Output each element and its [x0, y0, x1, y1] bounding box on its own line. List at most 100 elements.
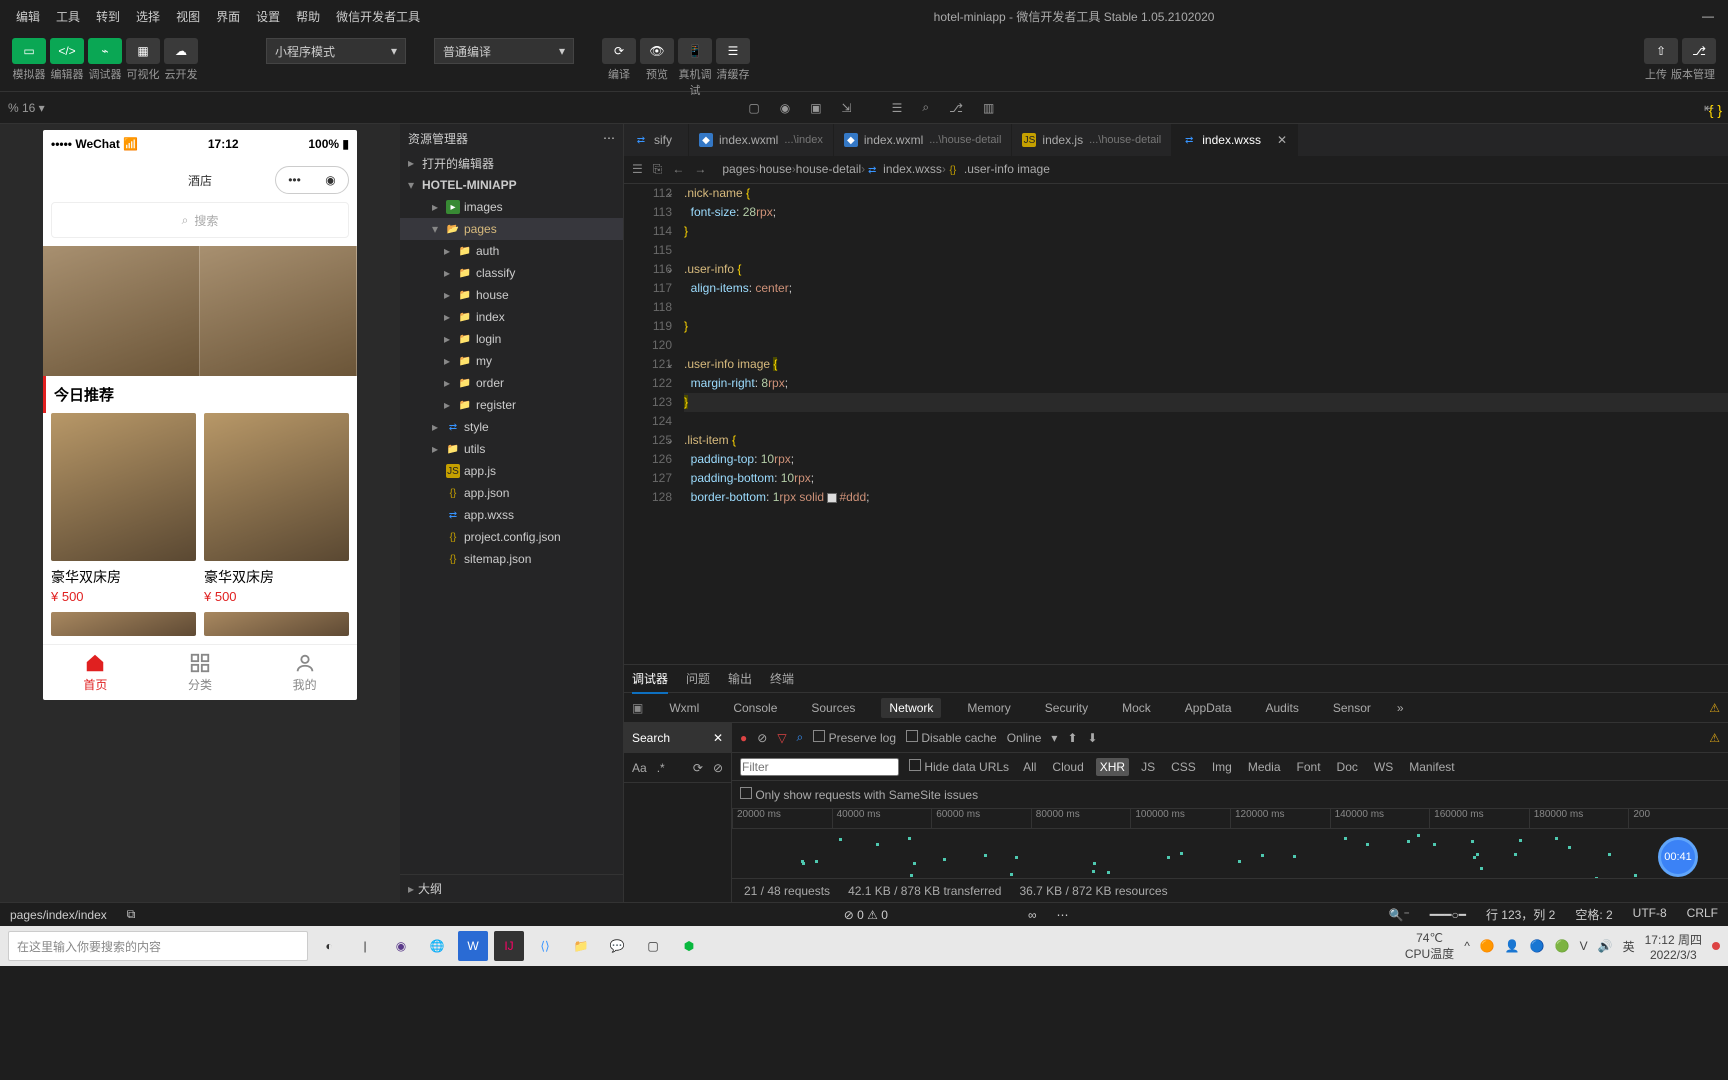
- tree-item[interactable]: ▸📁utils: [400, 438, 623, 460]
- tree-item[interactable]: ▸📁auth: [400, 240, 623, 262]
- devtools-panel-tab[interactable]: Security: [1037, 698, 1096, 718]
- room-card[interactable]: 豪华双床房 ¥ 500: [51, 413, 196, 604]
- banner-image[interactable]: [43, 246, 357, 376]
- tree-item[interactable]: ▸⇄style: [400, 416, 623, 438]
- samesite-checkbox[interactable]: Only show requests with SameSite issues: [740, 787, 978, 802]
- remote-debug-button[interactable]: 📱: [678, 38, 712, 64]
- filter-tab[interactable]: JS: [1137, 758, 1159, 776]
- tree-item[interactable]: {}sitemap.json: [400, 548, 623, 570]
- tab-my[interactable]: 我的: [252, 645, 357, 700]
- close-icon[interactable]: ✕: [713, 731, 723, 745]
- search-net-icon[interactable]: ⌕: [797, 730, 804, 745]
- menu-item[interactable]: 微信开发者工具: [328, 10, 428, 24]
- volume-icon[interactable]: 🔊: [1598, 939, 1613, 953]
- forward-icon[interactable]: →: [694, 162, 706, 177]
- filter-icon[interactable]: ▽: [777, 731, 786, 745]
- ime-label[interactable]: 英: [1623, 938, 1635, 955]
- bookmark-icon[interactable]: ⎘: [653, 162, 663, 177]
- breadcrumb-item[interactable]: .user-info image: [964, 162, 1050, 176]
- matchcase-icon[interactable]: Aa: [632, 761, 647, 775]
- throttle-select[interactable]: Online ▾: [1007, 731, 1058, 745]
- filter-tab[interactable]: Img: [1208, 758, 1236, 776]
- section-project[interactable]: ▾HOTEL-MINIAPP: [400, 174, 623, 196]
- warning-icon[interactable]: ⚠: [1709, 731, 1720, 745]
- filter-tab[interactable]: All: [1019, 758, 1040, 776]
- branch-icon[interactable]: ⎇: [949, 101, 963, 115]
- menu-item[interactable]: 界面: [208, 10, 248, 24]
- filter-input[interactable]: [740, 758, 899, 776]
- devtools-tab[interactable]: 输出: [728, 670, 752, 687]
- devtools-panel-tab[interactable]: Audits: [1258, 698, 1307, 718]
- filter-tab[interactable]: WS: [1370, 758, 1397, 776]
- more-icon[interactable]: ⋯: [603, 131, 615, 145]
- devtools-panel-tab[interactable]: Sensor: [1325, 698, 1379, 718]
- vscode-icon[interactable]: ⟨⟩: [530, 931, 560, 961]
- tree-item[interactable]: ▸📁house: [400, 284, 623, 306]
- status-item[interactable]: 行 123，列 2: [1476, 906, 1565, 923]
- tree-item[interactable]: ▸📁order: [400, 372, 623, 394]
- errors-count[interactable]: ⊘ 0: [844, 908, 864, 922]
- upload-har-icon[interactable]: ⬆: [1067, 731, 1077, 745]
- menu-item[interactable]: 设置: [248, 10, 288, 24]
- panel-icon[interactable]: ▥: [983, 101, 994, 115]
- room-card[interactable]: 豪华双床房 ¥ 500: [204, 413, 349, 604]
- tree-item[interactable]: ▸📁my: [400, 350, 623, 372]
- preview-button[interactable]: 👁: [640, 38, 674, 64]
- zoom-icon[interactable]: 🔍⁻: [1379, 908, 1420, 922]
- tray-chevron-icon[interactable]: ^: [1464, 939, 1470, 953]
- editor-tab[interactable]: ◆index.wxml...\house-detail: [834, 124, 1013, 156]
- menu-item[interactable]: 视图: [168, 10, 208, 24]
- devtools-panel-tab[interactable]: Mock: [1114, 698, 1159, 718]
- inspect-icon[interactable]: ▣: [632, 701, 643, 715]
- tree-item[interactable]: ⇄app.wxss: [400, 504, 623, 526]
- idea-icon[interactable]: IJ: [494, 931, 524, 961]
- breadcrumb-item[interactable]: house: [759, 162, 792, 176]
- preserve-log-checkbox[interactable]: Preserve log: [813, 730, 896, 745]
- tray-icon[interactable]: 🔵: [1530, 939, 1545, 953]
- tab-category[interactable]: 分类: [148, 645, 253, 700]
- breadcrumb-item[interactable]: pages: [722, 162, 755, 176]
- simulator-button[interactable]: ▭: [12, 38, 46, 64]
- code-editor[interactable]: 112⌄113114115116⌄117118119120121⌄1221231…: [624, 184, 1728, 664]
- filter-tab[interactable]: Manifest: [1405, 758, 1458, 776]
- status-item[interactable]: 空格: 2: [1565, 906, 1622, 923]
- menu-item[interactable]: 帮助: [288, 10, 328, 24]
- devtools-tab[interactable]: 调试器: [632, 670, 668, 687]
- tree-item[interactable]: JSapp.js: [400, 460, 623, 482]
- filter-tab[interactable]: CSS: [1167, 758, 1200, 776]
- compile-dropdown[interactable]: 普通编译▾: [434, 38, 574, 64]
- wechat-icon[interactable]: 💬: [602, 931, 632, 961]
- tray-icon[interactable]: V: [1580, 939, 1588, 953]
- windows-search[interactable]: 在这里输入你要搜索的内容: [8, 931, 308, 961]
- explorer-toggle-icon[interactable]: ☰: [892, 101, 903, 115]
- record-icon[interactable]: ●: [740, 731, 747, 745]
- upload-button[interactable]: ⇧: [1644, 38, 1678, 64]
- status-item[interactable]: CRLF: [1677, 906, 1728, 923]
- warnings-count[interactable]: ⚠ 0: [867, 908, 888, 922]
- devtools-icon[interactable]: ⬢: [674, 931, 704, 961]
- task-app-icon[interactable]: ◐: [314, 931, 344, 961]
- visual-button[interactable]: ▦: [126, 38, 160, 64]
- filter-tab[interactable]: Media: [1244, 758, 1285, 776]
- editor-tab[interactable]: ◆index.wxml...\index: [689, 124, 834, 156]
- mode-dropdown[interactable]: 小程序模式▾: [266, 38, 406, 64]
- clock-time[interactable]: 17:12 周四: [1645, 931, 1702, 948]
- breadcrumb-item[interactable]: house-detail: [796, 162, 861, 176]
- tree-item[interactable]: ▸📁login: [400, 328, 623, 350]
- hide-urls-checkbox[interactable]: Hide data URLs: [909, 759, 1009, 774]
- terminal-icon[interactable]: ▢: [638, 931, 668, 961]
- devtools-panel-tab[interactable]: Network: [881, 698, 941, 718]
- devtools-panel-tab[interactable]: Wxml: [661, 698, 707, 718]
- filter-tab[interactable]: Font: [1293, 758, 1325, 776]
- filter-tab[interactable]: XHR: [1096, 758, 1129, 776]
- more-panels-icon[interactable]: »: [1397, 701, 1404, 715]
- editor-tab[interactable]: JSindex.js...\house-detail: [1012, 124, 1172, 156]
- stop-icon[interactable]: ⊘: [757, 731, 767, 745]
- rotate-icon[interactable]: ▣: [810, 101, 821, 115]
- cloud-button[interactable]: ☁: [164, 38, 198, 64]
- debugger-button[interactable]: ⌁: [88, 38, 122, 64]
- breadcrumb-item[interactable]: index.wxss: [883, 162, 942, 176]
- clock-date[interactable]: 2022/3/3: [1645, 948, 1702, 962]
- version-button[interactable]: ⎇: [1682, 38, 1716, 64]
- editor-button[interactable]: </>: [50, 38, 84, 64]
